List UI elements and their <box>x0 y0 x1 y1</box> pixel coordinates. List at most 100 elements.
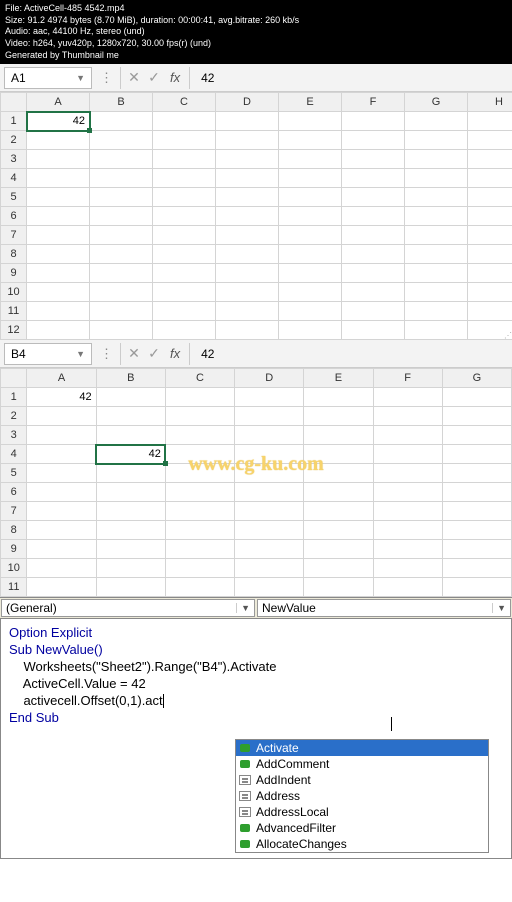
cell[interactable] <box>235 483 304 502</box>
row-header[interactable]: 5 <box>1 464 27 483</box>
cell[interactable] <box>165 559 234 578</box>
cell[interactable] <box>342 245 405 264</box>
autocomplete-item[interactable]: AllocateChanges <box>236 836 488 852</box>
cell[interactable] <box>90 150 153 169</box>
cell[interactable] <box>216 112 279 131</box>
cell[interactable] <box>235 540 304 559</box>
cell[interactable] <box>235 407 304 426</box>
vba-code-editor[interactable]: Option Explicit Sub NewValue() Worksheet… <box>0 619 512 859</box>
col-header[interactable]: A <box>27 369 96 388</box>
cell[interactable] <box>165 464 234 483</box>
cell[interactable] <box>279 207 342 226</box>
cell[interactable] <box>27 426 96 445</box>
cell[interactable] <box>216 131 279 150</box>
cell[interactable] <box>468 283 512 302</box>
resize-handle-icon[interactable]: ⋰ <box>504 331 512 340</box>
cell[interactable] <box>373 559 442 578</box>
expand-dots-icon[interactable]: ⋮ <box>96 346 117 362</box>
cell[interactable] <box>442 540 511 559</box>
cell[interactable] <box>279 131 342 150</box>
cell[interactable] <box>442 445 511 464</box>
cell[interactable] <box>235 578 304 597</box>
cell[interactable] <box>279 302 342 321</box>
cell[interactable] <box>90 226 153 245</box>
autocomplete-item[interactable]: Activate <box>236 740 488 756</box>
cell[interactable] <box>27 207 90 226</box>
cancel-icon[interactable]: ✕ <box>124 67 144 89</box>
cell[interactable] <box>279 169 342 188</box>
cell[interactable] <box>373 483 442 502</box>
name-box[interactable]: B4 ▼ <box>4 343 92 365</box>
cell[interactable] <box>405 112 468 131</box>
row-header[interactable]: 10 <box>1 283 27 302</box>
cell[interactable] <box>165 388 234 407</box>
cell[interactable] <box>468 264 512 283</box>
cell[interactable] <box>90 207 153 226</box>
cell[interactable] <box>27 169 90 188</box>
cell[interactable] <box>153 302 216 321</box>
row-header[interactable]: 12 <box>1 321 27 340</box>
cell[interactable] <box>90 302 153 321</box>
row-header[interactable]: 9 <box>1 540 27 559</box>
cell[interactable] <box>468 150 512 169</box>
cell[interactable] <box>405 302 468 321</box>
cell[interactable] <box>442 388 511 407</box>
cell[interactable] <box>216 283 279 302</box>
formula-input[interactable]: 42 <box>193 345 512 363</box>
formula-input[interactable]: 42 <box>193 69 512 87</box>
cell[interactable] <box>442 483 511 502</box>
spreadsheet-grid-1[interactable]: A B C D E F G H 142 2 3 4 5 6 7 8 9 10 1… <box>0 92 512 340</box>
cell[interactable] <box>216 169 279 188</box>
cell[interactable] <box>468 226 512 245</box>
cell[interactable] <box>90 321 153 340</box>
cell[interactable] <box>304 483 373 502</box>
select-all-corner[interactable] <box>1 93 27 112</box>
cell[interactable] <box>373 464 442 483</box>
col-header[interactable]: G <box>442 369 511 388</box>
cell[interactable] <box>468 207 512 226</box>
cell[interactable] <box>90 169 153 188</box>
cell[interactable] <box>304 407 373 426</box>
cell[interactable] <box>27 283 90 302</box>
cell[interactable] <box>90 283 153 302</box>
cell[interactable] <box>342 283 405 302</box>
cell[interactable] <box>342 188 405 207</box>
cell[interactable] <box>216 150 279 169</box>
cell[interactable] <box>304 445 373 464</box>
autocomplete-item[interactable]: AddIndent <box>236 772 488 788</box>
cell[interactable] <box>153 188 216 207</box>
col-header[interactable]: E <box>279 93 342 112</box>
cell[interactable] <box>468 302 512 321</box>
cell[interactable] <box>90 188 153 207</box>
cell[interactable] <box>468 245 512 264</box>
col-header[interactable]: D <box>216 93 279 112</box>
cell[interactable] <box>373 445 442 464</box>
cell[interactable] <box>373 540 442 559</box>
row-header[interactable]: 9 <box>1 264 27 283</box>
cell[interactable] <box>342 302 405 321</box>
cancel-icon[interactable]: ✕ <box>124 343 144 365</box>
cell[interactable] <box>153 321 216 340</box>
row-header[interactable]: 7 <box>1 502 27 521</box>
autocomplete-list[interactable]: Activate AddComment AddIndent Address Ad… <box>236 740 488 852</box>
row-header[interactable]: 3 <box>1 150 27 169</box>
cell[interactable] <box>27 407 96 426</box>
cell[interactable] <box>279 150 342 169</box>
cell[interactable] <box>165 407 234 426</box>
cell[interactable] <box>373 426 442 445</box>
col-header[interactable]: B <box>96 369 165 388</box>
cell[interactable] <box>468 169 512 188</box>
cell[interactable] <box>27 578 96 597</box>
row-header[interactable]: 7 <box>1 226 27 245</box>
cell[interactable] <box>27 502 96 521</box>
cell[interactable] <box>342 321 405 340</box>
cell[interactable] <box>216 302 279 321</box>
col-header[interactable]: C <box>165 369 234 388</box>
cell[interactable] <box>153 207 216 226</box>
cell[interactable] <box>216 226 279 245</box>
enter-icon[interactable]: ✓ <box>144 67 164 89</box>
cell[interactable] <box>235 521 304 540</box>
cell[interactable] <box>216 264 279 283</box>
cell[interactable] <box>165 578 234 597</box>
vba-object-dropdown[interactable]: (General) ▼ <box>1 599 255 617</box>
